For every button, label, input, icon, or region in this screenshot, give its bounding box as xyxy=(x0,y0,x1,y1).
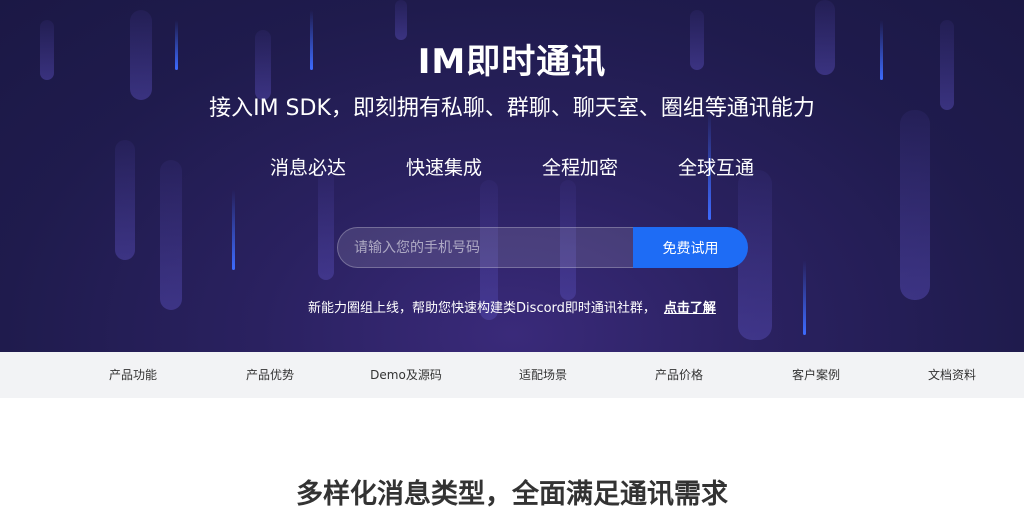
notice-text: 新能力圈组上线，帮助您快速构建类Discord即时通讯社群， xyxy=(308,301,656,316)
hero-banner: IM即时通讯 接入IM SDK，即刻拥有私聊、群聊、聊天室、圈组等通讯能力 消息… xyxy=(0,0,1024,352)
feature-item: 全程加密 xyxy=(541,157,618,179)
nav-item-advantages[interactable]: 产品优势 xyxy=(246,352,294,398)
nav-item-scenarios[interactable]: 适配场景 xyxy=(519,352,567,398)
phone-input[interactable] xyxy=(337,227,633,268)
decor-bar xyxy=(318,170,334,280)
section-title: 多样化消息类型，全面满足通讯需求 xyxy=(296,479,728,510)
decor-bar xyxy=(900,110,930,300)
signup-form: 免费试用 xyxy=(337,227,748,268)
notice-banner: 新能力圈组上线，帮助您快速构建类Discord即时通讯社群， 点击了解 xyxy=(0,297,1024,316)
nav-item-features[interactable]: 产品功能 xyxy=(109,352,157,398)
nav-item-cases[interactable]: 客户案例 xyxy=(792,352,840,398)
decor-bar xyxy=(160,160,182,310)
free-trial-button[interactable]: 免费试用 xyxy=(633,227,748,268)
learn-more-link[interactable]: 点击了解 xyxy=(664,301,716,316)
feature-item: 全球互通 xyxy=(677,157,754,179)
feature-item: 消息必达 xyxy=(269,157,346,179)
feature-list: 消息必达 快速集成 全程加密 全球互通 xyxy=(0,153,1024,180)
nav-item-pricing[interactable]: 产品价格 xyxy=(655,352,703,398)
nav-item-demo[interactable]: Demo及源码 xyxy=(370,352,442,398)
feature-item: 快速集成 xyxy=(405,157,482,179)
decor-streak xyxy=(232,190,235,270)
hero-title: IM即时通讯 xyxy=(417,42,607,82)
hero-subtitle: 接入IM SDK，即刻拥有私聊、群聊、聊天室、圈组等通讯能力 xyxy=(209,96,815,121)
section-nav: 产品功能 产品优势 Demo及源码 适配场景 产品价格 客户案例 文档资料 xyxy=(0,352,1024,398)
nav-item-docs[interactable]: 文档资料 xyxy=(928,352,976,398)
